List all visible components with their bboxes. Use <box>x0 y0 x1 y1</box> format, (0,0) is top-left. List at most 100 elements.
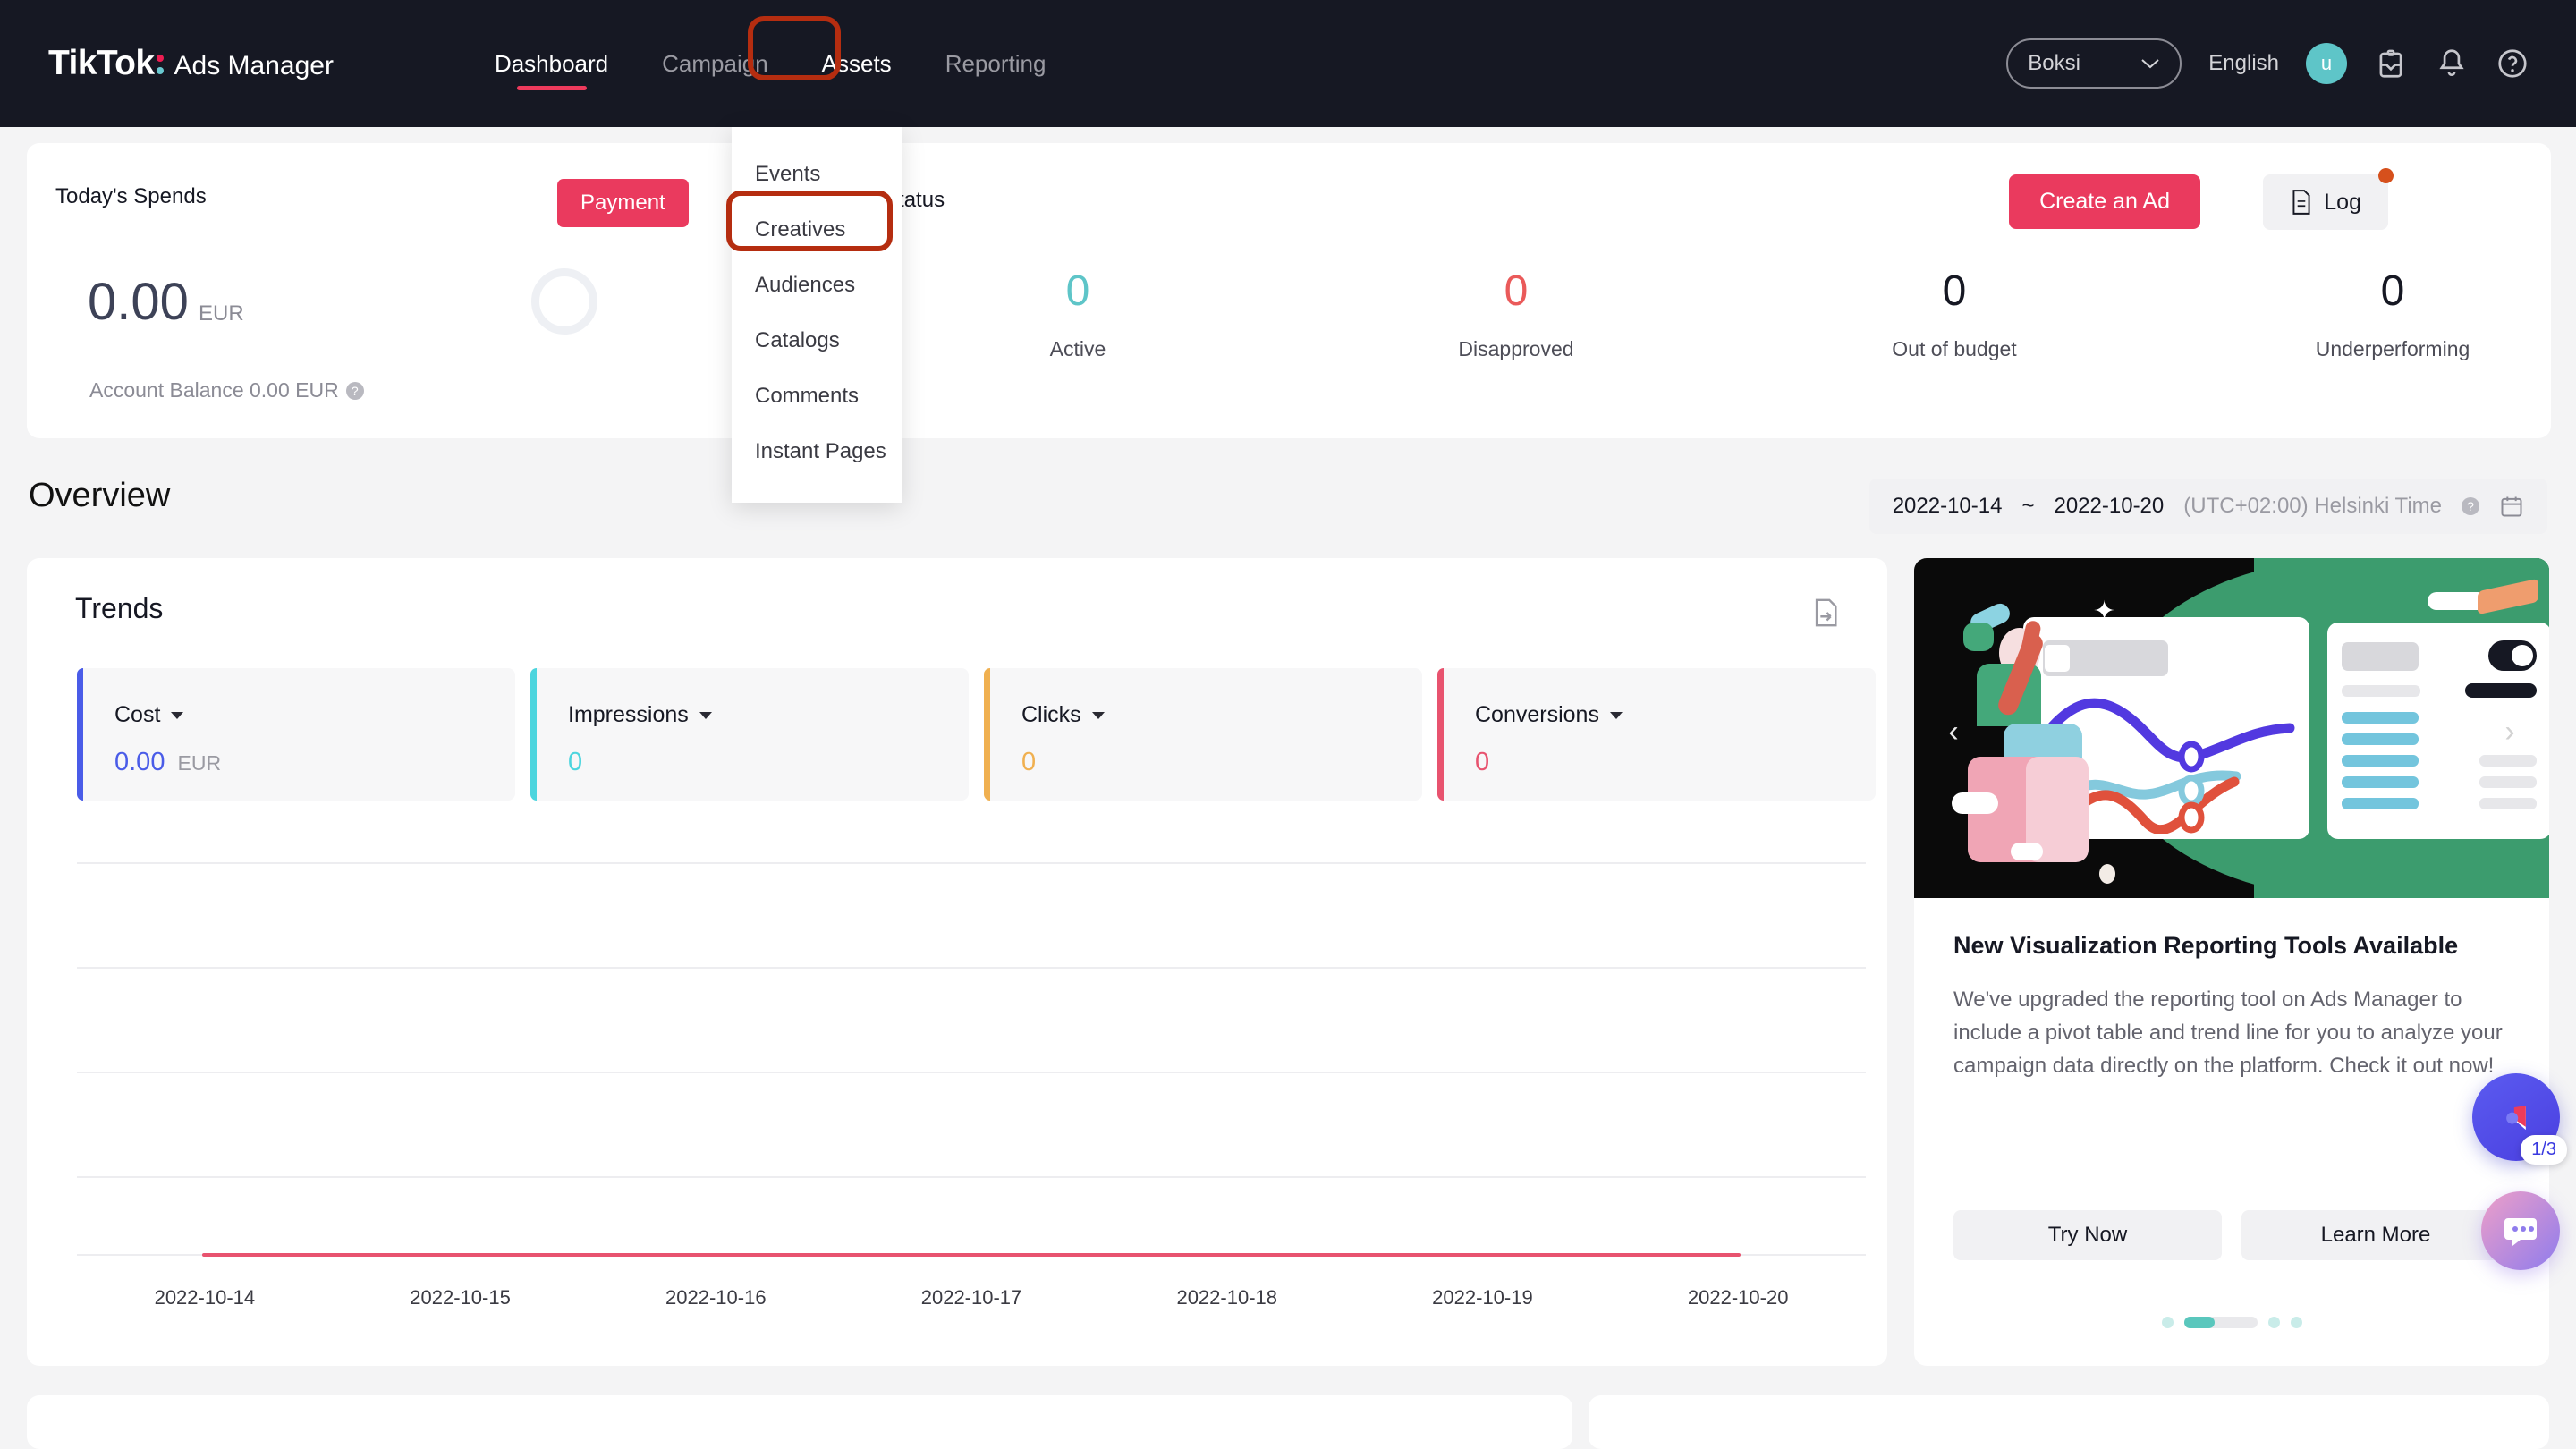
status-metric-disapproved: 0 Disapproved <box>1297 267 1735 361</box>
deco-shape <box>2099 864 2115 884</box>
deco-row <box>2479 798 2537 809</box>
chat-bubble-glyph <box>2504 1218 2537 1246</box>
account-balance-text: Account Balance 0.00 EUR <box>89 378 339 402</box>
help-icon[interactable] <box>2496 47 2529 80</box>
chevron-down-icon[interactable] <box>699 711 712 719</box>
metric-card-impressions[interactable]: Impressions 0 <box>530 668 969 801</box>
deco-pill <box>2011 843 2043 860</box>
megaphone-glyph <box>2500 1106 2526 1131</box>
megaphone-icon[interactable]: 1/3 <box>2472 1073 2567 1165</box>
status-metric-label: Out of budget <box>1892 336 2017 360</box>
todays-spends-currency: EUR <box>199 301 244 326</box>
metric-card-label: Impressions <box>568 702 689 727</box>
avatar[interactable]: u <box>2306 43 2347 84</box>
deco-pill <box>1952 792 1998 814</box>
status-metric-active: 0 Active <box>859 267 1297 361</box>
metric-card-value-row: 0 <box>1475 748 1495 777</box>
learn-more-button[interactable]: Learn More <box>2241 1210 2510 1260</box>
carousel-dot[interactable] <box>2161 1317 2174 1328</box>
metric-card-label-row: Impressions <box>568 702 712 728</box>
carousel-dot[interactable] <box>2267 1317 2280 1328</box>
logo-subtitle: Ads Manager <box>174 51 334 80</box>
try-now-button[interactable]: Try Now <box>1953 1210 2222 1260</box>
status-metric-label: Underperforming <box>2315 336 2470 360</box>
promo-illustration: ✦ ‹ › <box>1914 558 2549 898</box>
deco-row <box>2342 798 2419 809</box>
chevron-down-icon[interactable] <box>171 711 184 719</box>
chart-gridline <box>77 967 1866 969</box>
deco-toggle-knob <box>2512 645 2533 666</box>
metric-card-value: 0.00 <box>114 748 165 776</box>
language-selector[interactable]: English <box>2208 51 2279 76</box>
metric-card-value: 0 <box>568 748 583 776</box>
deco-row <box>2342 712 2419 724</box>
next-section-card-left <box>27 1395 1572 1449</box>
metric-card-value: 0 <box>1475 748 1490 776</box>
chevron-down-icon[interactable] <box>1091 711 1105 719</box>
carousel-dot[interactable] <box>2290 1317 2302 1328</box>
carousel-dot-active[interactable] <box>2183 1317 2258 1328</box>
export-icon[interactable] <box>1810 597 1841 628</box>
chevron-left-icon[interactable]: ‹ <box>1934 712 1973 751</box>
dropdown-item-audiences[interactable]: Audiences <box>732 258 902 313</box>
account-balance-row: Account Balance 0.00 EUR ? <box>89 378 364 402</box>
dropdown-item-events[interactable]: Events <box>732 147 902 202</box>
nav-item-assets[interactable]: Assets <box>795 27 919 101</box>
metric-card-cost[interactable]: Cost 0.00 EUR <box>77 668 515 801</box>
x-axis-tick: 2022-10-16 <box>665 1286 767 1309</box>
log-notification-dot <box>2378 168 2394 183</box>
chevron-right-icon[interactable]: › <box>2490 712 2529 751</box>
account-selector[interactable]: Boksi <box>2006 38 2182 89</box>
metric-card-value-row: 0.00 EUR <box>114 748 221 777</box>
metric-accent-bar <box>77 668 83 801</box>
nav-item-campaign[interactable]: Campaign <box>635 27 795 101</box>
ad-status-metrics: 0 Active 0 Disapproved 0 Out of budget 0… <box>859 267 2576 361</box>
promo-announcement-card: ✦ ‹ › New Visualization Reporting Tools … <box>1914 558 2549 1366</box>
nav-item-reporting[interactable]: Reporting <box>919 27 1073 101</box>
calendar-icon <box>2501 496 2522 517</box>
logo-text: TikTok <box>48 44 155 82</box>
trends-line-chart: 2022-10-14 2022-10-15 2022-10-16 2022-10… <box>77 862 1866 1309</box>
account-name: Boksi <box>2028 51 2080 75</box>
chevron-down-icon[interactable] <box>1609 711 1623 719</box>
metric-card-unit: EUR <box>177 751 222 775</box>
account-balance-help-icon[interactable]: ? <box>345 381 364 400</box>
date-range-timezone: (UTC+02:00) Helsinki Time <box>2183 494 2442 518</box>
create-an-ad-button[interactable]: Create an Ad <box>2009 174 2200 229</box>
x-axis-tick: 2022-10-17 <box>920 1286 1022 1309</box>
nav-item-dashboard[interactable]: Dashboard <box>468 27 635 101</box>
metric-card-label: Clicks <box>1021 702 1081 727</box>
status-metric-label: Active <box>1049 336 1106 360</box>
chart-gridline <box>77 1072 1866 1073</box>
date-range-separator: ~ <box>2021 494 2035 518</box>
deco-row <box>2342 733 2419 745</box>
bell-icon[interactable] <box>2435 47 2469 80</box>
dropdown-item-comments[interactable]: Comments <box>732 369 902 424</box>
inbox-icon[interactable] <box>2374 47 2408 80</box>
app-logo[interactable]: TikTok Ads Manager <box>48 44 334 83</box>
deco-block <box>2045 645 2070 672</box>
date-range-picker[interactable]: 2022-10-14 ~ 2022-10-20 (UTC+02:00) Hels… <box>1868 479 2547 534</box>
metric-card-label: Cost <box>114 702 161 727</box>
todays-spends-label: Today's Spends <box>55 184 207 208</box>
document-icon <box>2292 190 2310 215</box>
dropdown-item-catalogs[interactable]: Catalogs <box>732 313 902 369</box>
main-nav-items: Dashboard Campaign Assets Reporting <box>468 27 1072 101</box>
x-axis-tick: 2022-10-14 <box>154 1286 256 1309</box>
chat-bubble-icon[interactable] <box>2481 1191 2560 1270</box>
chart-gridline <box>77 1176 1866 1178</box>
status-metric-value: 0 <box>1504 267 1529 315</box>
log-button[interactable]: Log <box>2263 174 2388 230</box>
top-navigation-bar: TikTok Ads Manager Dashboard Campaign As… <box>0 0 2576 127</box>
dropdown-item-instant-pages[interactable]: Instant Pages <box>732 424 902 479</box>
dropdown-item-creatives[interactable]: Creatives <box>732 202 902 258</box>
metric-accent-bar <box>1437 668 1444 801</box>
metric-card-clicks[interactable]: Clicks 0 <box>984 668 1422 801</box>
x-axis-tick: 2022-10-20 <box>1687 1286 1789 1309</box>
metric-card-conversions[interactable]: Conversions 0 <box>1437 668 1876 801</box>
status-metric-underperforming: 0 Underperforming <box>2174 267 2576 361</box>
date-range-end: 2022-10-20 <box>2054 494 2165 518</box>
payment-button[interactable]: Payment <box>557 179 689 227</box>
promo-title: New Visualization Reporting Tools Availa… <box>1953 932 2459 959</box>
timezone-help-icon[interactable]: ? <box>2462 497 2479 515</box>
